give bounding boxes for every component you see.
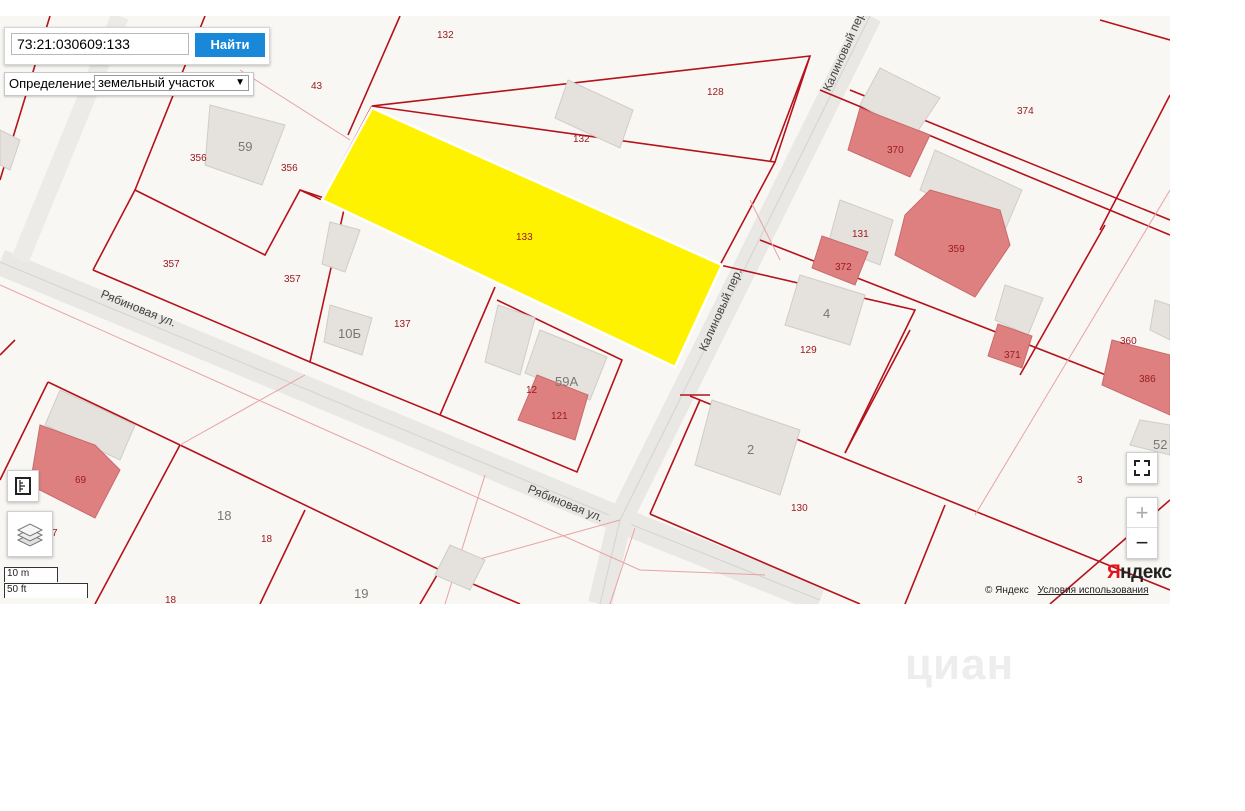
definition-select[interactable]: земельный участок ▼: [94, 75, 249, 91]
search-button[interactable]: Найти: [195, 33, 265, 57]
search-panel: Найти: [4, 27, 270, 65]
parcel-label: 69: [75, 475, 87, 486]
parcel-label: 372: [835, 262, 852, 273]
parcel-label: 43: [311, 81, 323, 92]
building-label: 59: [238, 139, 252, 154]
building-label: 52: [1153, 437, 1167, 452]
ruler-icon: [15, 477, 31, 495]
layers-button[interactable]: [7, 511, 53, 557]
parcel-label: 386: [1139, 374, 1156, 385]
copyright-text: © Яндекс: [985, 585, 1029, 596]
parcel-label: 131: [852, 229, 869, 240]
cadastral-search-input[interactable]: [11, 33, 189, 55]
definition-label: Определение:: [9, 76, 95, 91]
parcel-label: 128: [707, 87, 724, 98]
building-label: 4: [823, 306, 830, 321]
watermark: циан: [905, 640, 1015, 689]
attribution: © Яндекс Условия использования: [985, 585, 1149, 596]
parcel-label: 370: [887, 145, 904, 156]
building-label: 10Б: [338, 326, 361, 341]
cadastral-map[interactable]: 132 128 43 356 356 132 374 133 370 131 3…: [0, 16, 1170, 604]
zoom-out-button[interactable]: −: [1127, 528, 1157, 558]
zoom-control: + −: [1126, 497, 1158, 559]
scale-imperial: 50 ft: [4, 583, 88, 598]
map-canvas[interactable]: 132 128 43 356 356 132 374 133 370 131 3…: [0, 16, 1170, 604]
parcel-label: 121: [551, 411, 568, 422]
parcel-label: 3: [1077, 475, 1083, 486]
fullscreen-icon: [1134, 460, 1150, 476]
parcel-label: 356: [190, 153, 207, 164]
building-label: 19: [354, 586, 368, 601]
parcel-label: 371: [1004, 350, 1021, 361]
parcel-label: 18: [261, 534, 273, 545]
parcel-label: 129: [800, 345, 817, 356]
parcel-label: 130: [791, 503, 808, 514]
chevron-down-icon: ▼: [235, 77, 245, 88]
building-label: 2: [747, 442, 754, 457]
parcel-label: 132: [437, 30, 454, 41]
ruler-button[interactable]: [7, 470, 39, 502]
layers-icon: [16, 523, 44, 547]
parcel-label: 137: [394, 319, 411, 330]
parcel-label: 357: [284, 274, 301, 285]
yandex-logo: Яндекс: [1107, 562, 1172, 583]
definition-selected-value: земельный участок: [98, 75, 215, 90]
fullscreen-button[interactable]: [1126, 452, 1158, 484]
parcel-label: 133: [516, 232, 533, 243]
parcel-label: 132: [573, 134, 590, 145]
terms-link[interactable]: Условия использования: [1038, 585, 1149, 596]
scale-metric: 10 m: [4, 567, 58, 582]
parcel-label: 359: [948, 244, 965, 255]
parcel-label: 18: [165, 595, 177, 604]
parcel-label: 360: [1120, 336, 1137, 347]
parcel-label: 356: [281, 163, 298, 174]
parcel-label: 357: [163, 259, 180, 270]
building-label: 59А: [555, 374, 578, 389]
definition-panel: Определение: земельный участок ▼: [4, 72, 254, 96]
building-label: 18: [217, 508, 231, 523]
parcel-label: 12: [526, 385, 538, 396]
parcel-label: 374: [1017, 106, 1034, 117]
zoom-in-button[interactable]: +: [1127, 498, 1157, 528]
